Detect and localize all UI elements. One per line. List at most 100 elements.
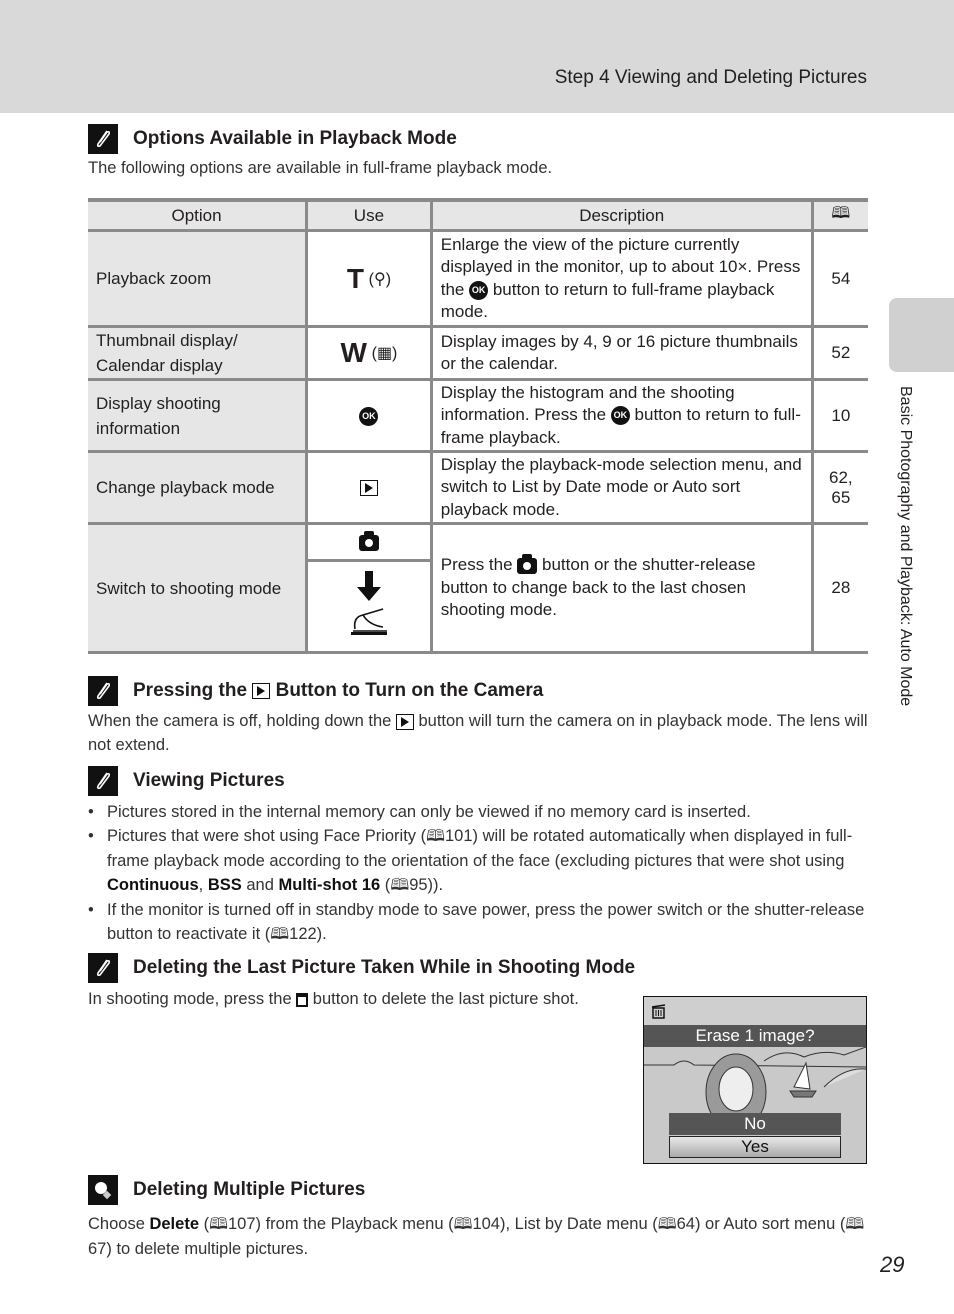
option-cell: Display shooting information <box>88 378 309 453</box>
use-cell: OK <box>305 378 433 453</box>
trash-icon <box>296 992 309 1007</box>
option-cell: Switch to shooting mode <box>88 522 309 654</box>
erase-prompt: Erase 1 image? <box>644 1025 866 1047</box>
shooting-mode-camera-icon <box>358 530 379 551</box>
option-no[interactable]: No <box>669 1113 841 1135</box>
book-icon: 🕮 <box>657 1216 677 1233</box>
table-row: Thumbnail display/ Calendar display W (▦… <box>88 325 868 381</box>
page-link[interactable]: 67 <box>88 1240 106 1258</box>
note-pencil-icon <box>88 124 118 154</box>
note-pencil-icon <box>88 953 118 983</box>
book-icon: 🕮 <box>426 828 445 845</box>
hint-bulb-icon <box>88 1175 118 1205</box>
table-row: Display shooting information OK Display … <box>88 378 868 453</box>
header-band <box>0 0 954 113</box>
options-title: Options Available in Playback Mode <box>133 128 457 149</box>
page-ref-cell: 52 <box>810 325 868 381</box>
deleting-multiple-heading: Deleting Multiple Pictures <box>88 1175 365 1205</box>
book-icon: 🕮 <box>845 1216 865 1233</box>
ok-button-icon: OK <box>469 280 489 300</box>
camera-icon <box>517 553 538 574</box>
playback-button-icon <box>252 683 271 699</box>
text: ( <box>380 876 391 894</box>
page-link[interactable]: 64 <box>677 1215 695 1233</box>
page-number: 29 <box>880 1252 905 1277</box>
page-ref-cell: 54 <box>810 229 868 328</box>
options-intro: The following options are available in f… <box>88 159 553 177</box>
tele-button-label: T <box>346 262 364 294</box>
text: and <box>241 876 279 894</box>
list-item: Pictures that were shot using Face Prior… <box>88 824 878 898</box>
table-header-row: Option Use Description 🕮 <box>88 198 868 232</box>
note-pencil-icon <box>88 766 118 796</box>
page-link[interactable]: 95 <box>409 876 427 894</box>
pressing-title-rest: Button to Turn on the Camera <box>275 680 544 701</box>
deleting-last-title: Deleting the Last Picture Taken While in… <box>133 957 636 978</box>
page-link[interactable]: 104 <box>472 1215 500 1233</box>
description-text: button to return to full-frame playback … <box>440 279 775 322</box>
text: ) from the Playback menu ( <box>255 1215 454 1233</box>
bold-term: Delete <box>149 1215 199 1233</box>
playback-button-icon <box>359 480 378 497</box>
book-icon: 🕮 <box>390 877 410 894</box>
option-cell: Playback zoom <box>88 229 309 328</box>
book-icon: 🕮 <box>831 205 851 222</box>
text: In shooting mode, press the <box>88 990 297 1008</box>
table-row: Playback zoom T (⚲) Enlarge the view of … <box>88 229 868 328</box>
ok-button-icon: OK <box>359 406 379 426</box>
deleting-multiple-title: Deleting Multiple Pictures <box>133 1179 366 1200</box>
text: ( <box>199 1215 210 1233</box>
options-table: Option Use Description 🕮 Playback zoom T… <box>88 198 868 654</box>
text: ). <box>316 925 327 943</box>
use-cell <box>305 450 433 525</box>
pressing-heading: Pressing the Button to Turn on the Camer… <box>88 676 543 706</box>
camera-monitor-illustration: Erase 1 image? No Yes <box>643 996 867 1164</box>
use-cell <box>305 522 433 562</box>
page-link[interactable]: 122 <box>289 925 317 943</box>
deleting-multiple-text: Choose Delete (🕮107) from the Playback m… <box>88 1212 868 1261</box>
page-link[interactable]: 101 <box>445 827 473 845</box>
table-row: Change playback mode Display the playbac… <box>88 450 868 525</box>
table-row: Switch to shooting mode Press the button… <box>88 522 868 654</box>
bold-term: BSS <box>207 876 242 894</box>
page-ref-cell: 28 <box>810 522 868 654</box>
text: Pictures that were shot using Face Prior… <box>107 827 427 845</box>
header-use: Use <box>305 198 433 232</box>
list-item: If the monitor is turned off in standby … <box>88 898 878 947</box>
book-icon: 🕮 <box>453 1216 473 1233</box>
description-cell: Display images by 4, 9 or 16 picture thu… <box>429 325 814 381</box>
ok-button-icon: OK <box>610 406 630 426</box>
header-description: Description <box>429 198 814 232</box>
text: ), List by Date menu ( <box>499 1215 658 1233</box>
bold-term: Continuous <box>107 876 199 894</box>
text: button to delete the last picture shot. <box>308 990 579 1008</box>
bold-term: Multi-shot 16 <box>278 876 381 894</box>
chapter-label: Basic Photography and Playback: Auto Mod… <box>897 386 914 707</box>
text: If the monitor is turned off in standby … <box>107 901 865 943</box>
thumbnail-icon: (▦) <box>371 345 398 362</box>
chapter-tab[interactable] <box>889 298 954 372</box>
options-heading: Options Available in Playback Mode <box>88 124 457 154</box>
viewing-title: Viewing Pictures <box>133 770 285 791</box>
option-yes[interactable]: Yes <box>669 1136 841 1158</box>
description-cell: Display the histogram and the shooting i… <box>429 378 814 453</box>
pressing-title: Pressing the <box>133 680 248 701</box>
description-cell: Enlarge the view of the picture currentl… <box>429 229 814 328</box>
playback-button-icon <box>395 713 414 730</box>
shutter-release-press-icon <box>350 571 387 635</box>
magnify-icon: (⚲) <box>368 270 392 288</box>
header-option: Option <box>88 198 309 232</box>
use-cell <box>306 559 432 654</box>
text: )). <box>427 876 444 894</box>
page-ref-cell: 62, 65 <box>810 450 868 525</box>
pressing-text-part: When the camera is off, holding down the <box>88 712 396 730</box>
text: ) or Auto sort menu ( <box>694 1215 846 1233</box>
viewing-bullet-list: Pictures stored in the internal memory c… <box>88 800 878 947</box>
wide-button-label: W <box>340 337 367 368</box>
page-link[interactable]: 107 <box>228 1215 256 1233</box>
description-cell: Display the playback-mode selection menu… <box>429 450 814 525</box>
book-icon: 🕮 <box>270 926 290 943</box>
use-cell: W (▦) <box>305 325 433 381</box>
option-cell: Thumbnail display/ Calendar display <box>88 325 309 381</box>
description-text: Press the <box>440 555 518 575</box>
